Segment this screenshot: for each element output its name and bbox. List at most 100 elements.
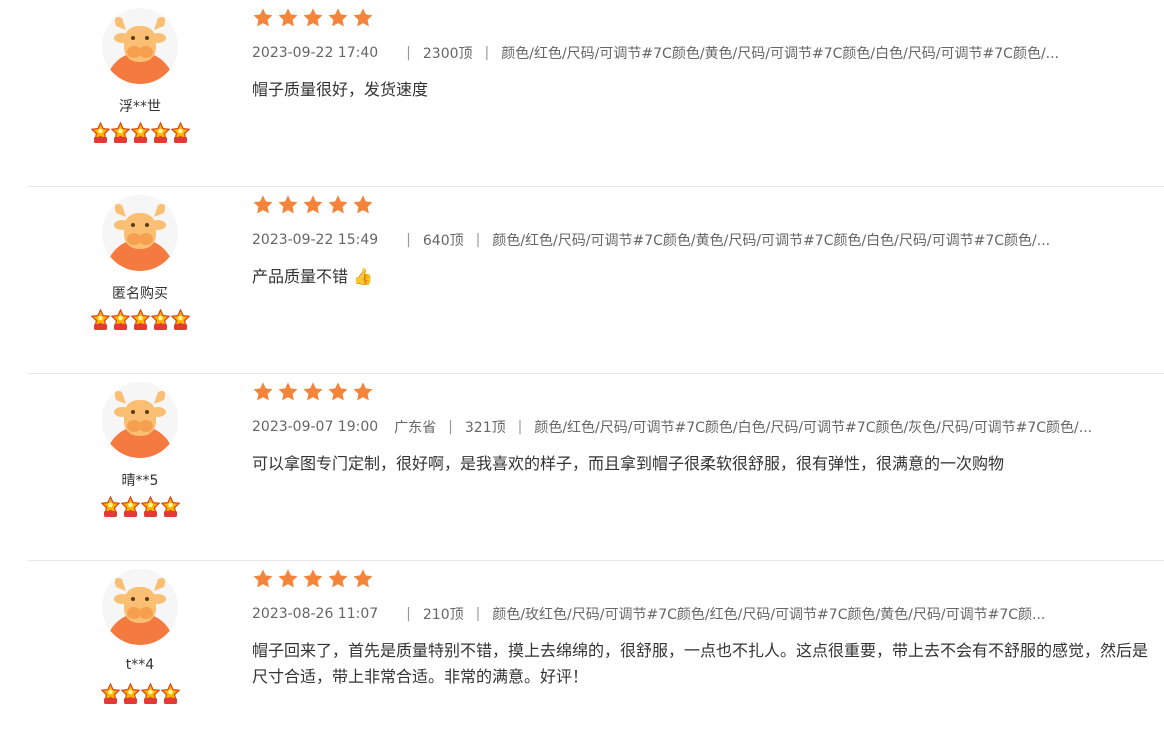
star-icon — [302, 381, 324, 403]
star-icon — [252, 194, 274, 216]
product-variant: 颜色/红色/尺码/可调节#7C颜色/白色/尺码/可调节#7C颜色/灰色/尺码/可… — [534, 420, 1093, 436]
star-icon — [352, 194, 374, 216]
rating-stars — [252, 7, 374, 29]
review-date: 2023-08-26 11:07 — [252, 606, 379, 622]
level-badge-icon — [130, 309, 150, 331]
star-icon — [327, 7, 349, 29]
level-badge-icon — [160, 683, 180, 705]
review-content: 2023-08-26 11:07 | 210顶 | 颜色/玫红色/尺码/可调节#7C颜色… — [252, 561, 1164, 748]
meta-separator: | — [475, 232, 481, 248]
meta-separator: | — [484, 45, 490, 61]
cow-avatar-icon[interactable] — [102, 382, 178, 458]
nickname: 晴**5 — [121, 473, 159, 489]
cow-avatar-icon[interactable] — [102, 569, 178, 645]
cow-avatar-icon[interactable] — [102, 195, 178, 271]
review-text-body: 帽子质量很好，发货速度 — [252, 80, 429, 99]
level-badge-icon — [90, 309, 110, 331]
meta-separator: | — [406, 232, 411, 248]
review-text-body: 帽子回来了，首先是质量特别不错，摸上去绵绵的，很舒服，一点也不扎人。这点很重要，… — [252, 641, 1149, 686]
user-level — [28, 683, 252, 705]
meta-separator: | — [517, 419, 523, 435]
review-meta: 2023-08-26 11:07 | 210顶 | 颜色/玫红色/尺码/可调节#7C颜色… — [252, 604, 1045, 624]
level-badge-icon — [140, 683, 160, 705]
review-item: 浮**世 2023-09-22 17:40 | 2300顶 | 颜色/红色/尺码/可调节#… — [28, 0, 1164, 187]
product-variant: 颜色/玫红色/尺码/可调节#7C颜色/红色/尺码/可调节#7C颜色/黄色/尺码/… — [492, 607, 1046, 623]
level-badge-icon — [140, 496, 160, 518]
level-badge-icon — [100, 496, 120, 518]
review-text: 产品质量不错 👍 — [252, 264, 1152, 290]
meta-separator: | — [475, 606, 481, 622]
review-text: 可以拿图专门定制，很好啊，是我喜欢的样子，而且拿到帽子很柔软很舒服，很有弹性，很… — [252, 451, 1152, 477]
cow-avatar-icon[interactable] — [102, 8, 178, 84]
review-user: 浮**世 — [28, 0, 252, 186]
user-level — [28, 122, 252, 144]
star-icon — [277, 381, 299, 403]
review-meta: 2023-09-22 15:49 | 640顶 | 颜色/红色/尺码/可调节#7C颜色/… — [252, 230, 1050, 250]
review-likes[interactable]: 321顶 — [465, 417, 506, 437]
review-item: t**4 2023-08-26 11:07 | 210顶 | 颜色/玫红色/尺码/可调节#… — [28, 561, 1164, 748]
star-icon — [252, 7, 274, 29]
product-variant: 颜色/红色/尺码/可调节#7C颜色/黄色/尺码/可调节#7C颜色/白色/尺码/可… — [501, 46, 1060, 62]
review-text-body: 可以拿图专门定制，很好啊，是我喜欢的样子，而且拿到帽子很柔软很舒服，很有弹性，很… — [252, 454, 1005, 473]
star-icon — [277, 568, 299, 590]
review-user: 晴**5 — [28, 374, 252, 560]
review-date: 2023-09-07 19:00 — [252, 419, 379, 435]
star-icon — [302, 7, 324, 29]
user-level — [28, 309, 252, 331]
star-icon — [327, 568, 349, 590]
rating-stars — [252, 568, 374, 590]
star-icon — [352, 7, 374, 29]
review-item: 匿名购买 2023-09-22 15:49 | 640顶 | 颜色/红色/尺码/可调节#7… — [28, 187, 1164, 374]
level-badge-icon — [150, 122, 170, 144]
review-content: 2023-09-22 15:49 | 640顶 | 颜色/红色/尺码/可调节#7C颜色/… — [252, 187, 1164, 373]
rating-stars — [252, 381, 374, 403]
meta-separator: | — [406, 45, 411, 61]
star-icon — [302, 194, 324, 216]
level-badge-icon — [110, 309, 130, 331]
review-date: 2023-09-22 17:40 — [252, 45, 379, 61]
thumbs-up-icon: 👍 — [353, 267, 374, 286]
level-badge-icon — [120, 683, 140, 705]
level-badge-icon — [170, 309, 190, 331]
level-badge-icon — [150, 309, 170, 331]
review-meta: 2023-09-22 17:40 | 2300顶 | 颜色/红色/尺码/可调节#7C颜色… — [252, 43, 1059, 63]
review-item: 晴**5 2023-09-07 19:00 广东省 | 321顶 | 颜色/红色/尺码/可调… — [28, 374, 1164, 561]
level-badge-icon — [90, 122, 110, 144]
product-variant: 颜色/红色/尺码/可调节#7C颜色/黄色/尺码/可调节#7C颜色/白色/尺码/可… — [492, 233, 1051, 249]
review-content: 2023-09-07 19:00 广东省 | 321顶 | 颜色/红色/尺码/可调节#7C… — [252, 374, 1164, 560]
review-likes[interactable]: 2300顶 — [423, 43, 473, 63]
star-icon — [252, 568, 274, 590]
meta-separator: | — [406, 606, 411, 622]
nickname: 匿名购买 — [112, 286, 168, 302]
level-badge-icon — [120, 496, 140, 518]
review-meta: 2023-09-07 19:00 广东省 | 321顶 | 颜色/红色/尺码/可调节#7C… — [252, 417, 1092, 437]
user-level — [28, 496, 252, 518]
review-user: 匿名购买 — [28, 187, 252, 373]
review-user: t**4 — [28, 561, 252, 748]
review-text: 帽子回来了，首先是质量特别不错，摸上去绵绵的，很舒服，一点也不扎人。这点很重要，… — [252, 638, 1152, 690]
review-region: 广东省 — [394, 420, 437, 436]
review-likes[interactable]: 640顶 — [423, 230, 464, 250]
review-text-body: 产品质量不错 — [252, 267, 349, 286]
review-likes[interactable]: 210顶 — [423, 604, 464, 624]
level-badge-icon — [110, 122, 130, 144]
level-badge-icon — [130, 122, 150, 144]
nickname: t**4 — [125, 657, 155, 673]
rating-stars — [252, 194, 374, 216]
review-content: 2023-09-22 17:40 | 2300顶 | 颜色/红色/尺码/可调节#7C颜色… — [252, 0, 1164, 186]
star-icon — [352, 568, 374, 590]
level-badge-icon — [160, 496, 180, 518]
star-icon — [352, 381, 374, 403]
star-icon — [277, 7, 299, 29]
meta-separator: | — [448, 419, 453, 435]
star-icon — [302, 568, 324, 590]
review-text: 帽子质量很好，发货速度 — [252, 77, 1152, 103]
level-badge-icon — [100, 683, 120, 705]
review-date: 2023-09-22 15:49 — [252, 232, 379, 248]
star-icon — [277, 194, 299, 216]
level-badge-icon — [170, 122, 190, 144]
star-icon — [327, 194, 349, 216]
nickname: 浮**世 — [119, 99, 161, 115]
star-icon — [252, 381, 274, 403]
star-icon — [327, 381, 349, 403]
